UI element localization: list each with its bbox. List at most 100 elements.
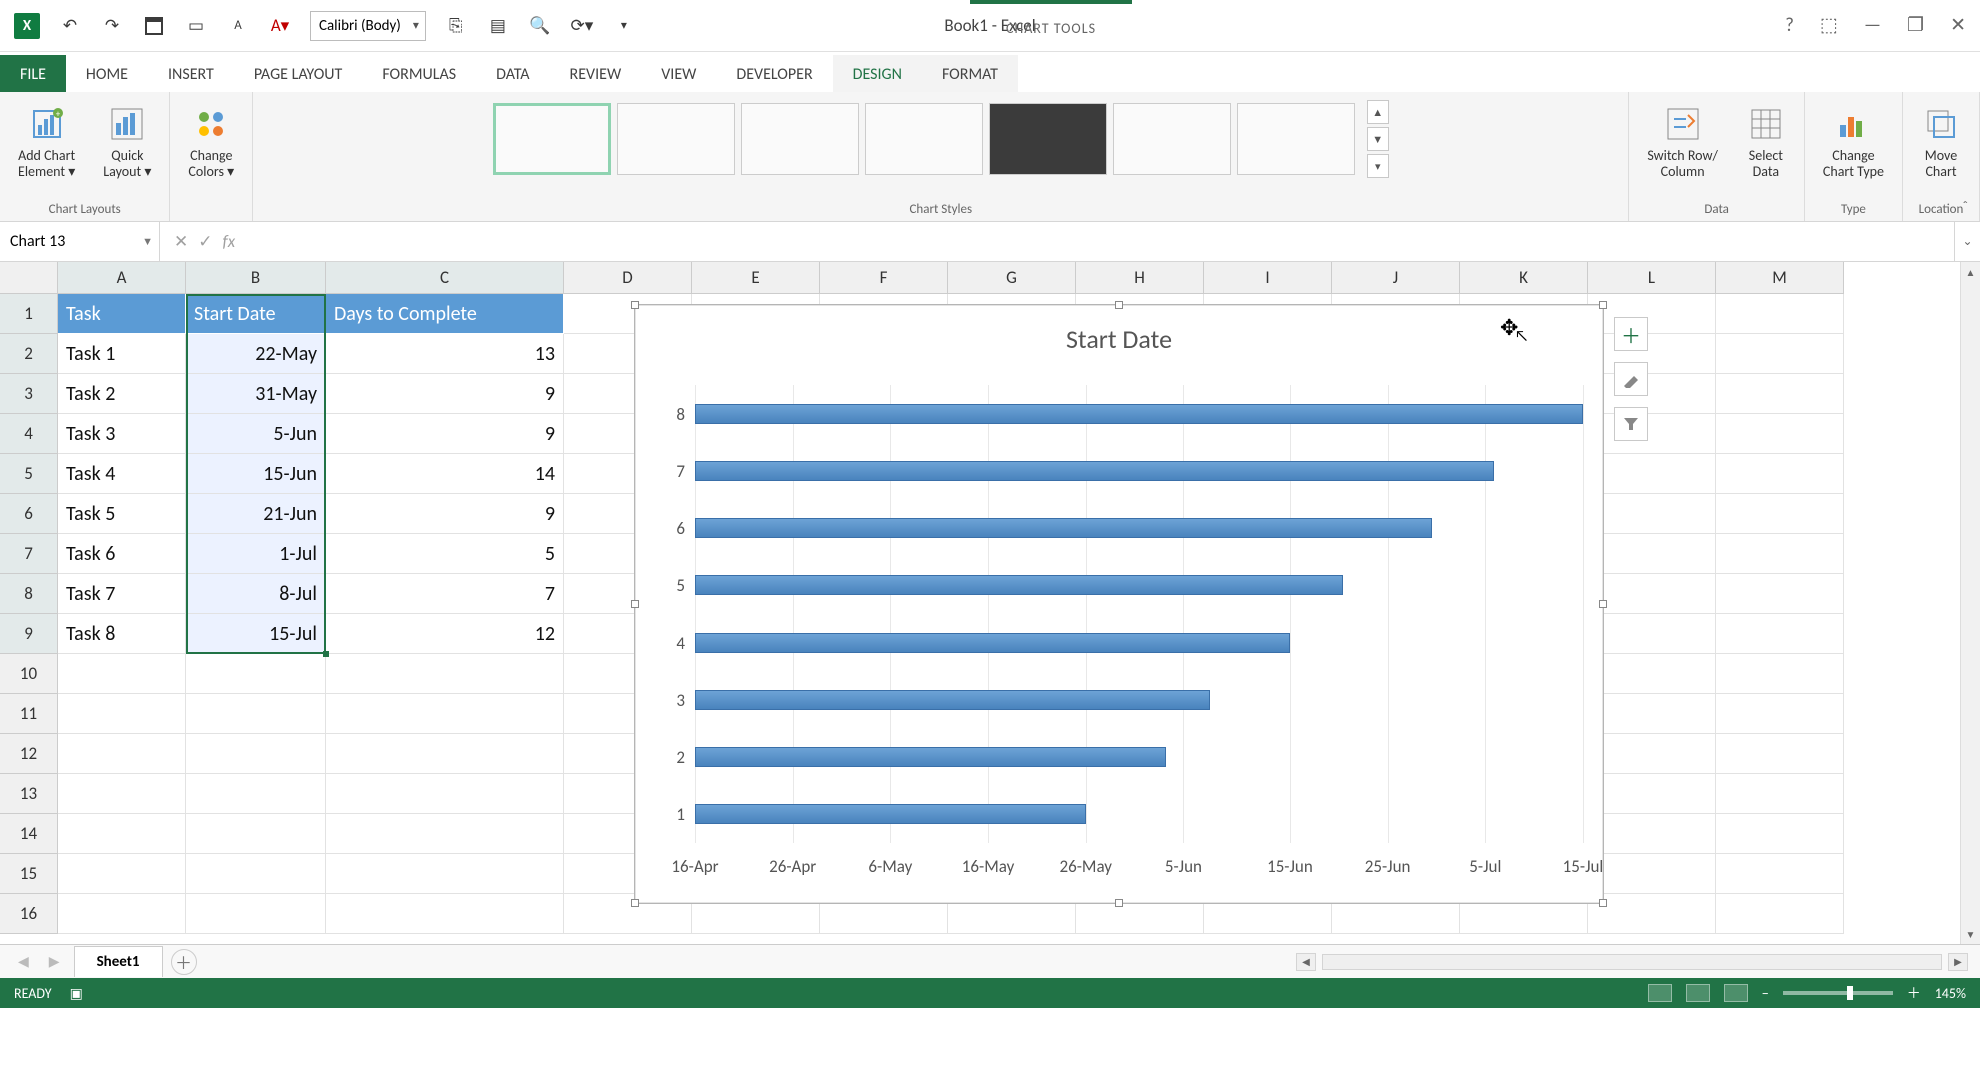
- cell-A4[interactable]: Task 3: [58, 414, 186, 454]
- cell-A9[interactable]: Task 8: [58, 614, 186, 654]
- column-header-J[interactable]: J: [1332, 262, 1460, 294]
- cell-C15[interactable]: [326, 854, 564, 894]
- tab-formulas[interactable]: FORMULAS: [362, 55, 476, 92]
- style-scroll-up[interactable]: ▲: [1367, 100, 1389, 124]
- row-header-9[interactable]: 9: [0, 614, 58, 654]
- chart-bar[interactable]: [695, 804, 1086, 824]
- macro-record-icon[interactable]: ▣: [70, 985, 83, 1002]
- cell-L10[interactable]: [1588, 654, 1716, 694]
- tab-data[interactable]: DATA: [476, 55, 549, 92]
- collapse-ribbon-button[interactable]: ˆ: [1962, 198, 1968, 215]
- scroll-up[interactable]: ▲: [1961, 262, 1980, 282]
- cell-M4[interactable]: [1716, 414, 1844, 454]
- change-chart-type-button[interactable]: Change Chart Type: [1817, 100, 1890, 184]
- cell-M10[interactable]: [1716, 654, 1844, 694]
- cell-B14[interactable]: [186, 814, 326, 854]
- cell-L9[interactable]: [1588, 614, 1716, 654]
- cell-M9[interactable]: [1716, 614, 1844, 654]
- cell-C10[interactable]: [326, 654, 564, 694]
- cell-C9[interactable]: 12: [326, 614, 564, 654]
- chart-bar[interactable]: [695, 575, 1343, 595]
- chart-bar[interactable]: [695, 690, 1210, 710]
- add-sheet-button[interactable]: ＋: [171, 949, 197, 975]
- redo-button[interactable]: ↷: [100, 14, 124, 38]
- chart-style-3[interactable]: [741, 103, 859, 175]
- formula-input[interactable]: [257, 222, 1954, 261]
- cell-B16[interactable]: [186, 894, 326, 934]
- tab-file[interactable]: FILE: [0, 55, 66, 92]
- row-header-15[interactable]: 15: [0, 854, 58, 894]
- vertical-scrollbar[interactable]: ▲ ▼: [1960, 262, 1980, 944]
- row-header-6[interactable]: 6: [0, 494, 58, 534]
- cell-L8[interactable]: [1588, 574, 1716, 614]
- ribbon-options-button[interactable]: ⬚: [1820, 14, 1838, 37]
- quick-layout-button[interactable]: Quick Layout ▾: [97, 100, 157, 184]
- cell-A8[interactable]: Task 7: [58, 574, 186, 614]
- cell-C6[interactable]: 9: [326, 494, 564, 534]
- cell-C14[interactable]: [326, 814, 564, 854]
- horizontal-scrollbar[interactable]: [1322, 954, 1942, 970]
- style-scroll-down[interactable]: ▼: [1367, 127, 1389, 151]
- tab-format[interactable]: FORMAT: [922, 55, 1018, 92]
- cell-C16[interactable]: [326, 894, 564, 934]
- cell-M5[interactable]: [1716, 454, 1844, 494]
- switch-row-column-button[interactable]: Switch Row/ Column: [1641, 100, 1724, 184]
- cell-B2[interactable]: 22-May: [186, 334, 326, 374]
- chart-plot-area[interactable]: 16-Apr26-Apr6-May16-May26-May5-Jun15-Jun…: [695, 385, 1583, 843]
- move-chart-button[interactable]: Move Chart: [1915, 100, 1967, 184]
- column-header-D[interactable]: D: [564, 262, 692, 294]
- row-header-11[interactable]: 11: [0, 694, 58, 734]
- cell-M1[interactable]: [1716, 294, 1844, 334]
- qat-btn-2[interactable]: ▤: [486, 14, 510, 38]
- sheet-tab-sheet1[interactable]: Sheet1: [74, 946, 163, 977]
- row-header-5[interactable]: 5: [0, 454, 58, 494]
- cell-C7[interactable]: 5: [326, 534, 564, 574]
- scroll-down[interactable]: ▼: [1961, 924, 1980, 944]
- column-header-C[interactable]: C: [326, 262, 564, 294]
- zoom-out-button[interactable]: −: [1762, 985, 1769, 1002]
- embedded-chart[interactable]: Start Date 16-Apr26-Apr6-May16-May26-May…: [634, 304, 1604, 904]
- close-button[interactable]: ✕: [1950, 14, 1966, 37]
- chart-bar[interactable]: [695, 518, 1432, 538]
- cell-L4[interactable]: [1588, 414, 1716, 454]
- chart-elements-button[interactable]: ＋: [1614, 317, 1648, 351]
- chart-bar[interactable]: [695, 461, 1494, 481]
- expand-formula-bar[interactable]: ⌄: [1954, 222, 1980, 261]
- maximize-button[interactable]: ❐: [1907, 14, 1924, 37]
- worksheet-grid[interactable]: ABCDEFGHIJKLM 1TaskStart DateDays to Com…: [0, 262, 1980, 944]
- tab-view[interactable]: VIEW: [641, 55, 716, 92]
- cell-M14[interactable]: [1716, 814, 1844, 854]
- column-header-M[interactable]: M: [1716, 262, 1844, 294]
- cell-M6[interactable]: [1716, 494, 1844, 534]
- row-header-16[interactable]: 16: [0, 894, 58, 934]
- font-selector[interactable]: Calibri (Body): [310, 11, 426, 41]
- cell-L5[interactable]: [1588, 454, 1716, 494]
- cell-B12[interactable]: [186, 734, 326, 774]
- cell-C5[interactable]: 14: [326, 454, 564, 494]
- cell-L3[interactable]: [1588, 374, 1716, 414]
- change-colors-button[interactable]: Change Colors ▾: [182, 100, 240, 184]
- column-header-E[interactable]: E: [692, 262, 820, 294]
- hscroll-left[interactable]: ◀: [1296, 953, 1316, 971]
- cell-A2[interactable]: Task 1: [58, 334, 186, 374]
- chart-style-7[interactable]: [1237, 103, 1355, 175]
- cell-B7[interactable]: 1-Jul: [186, 534, 326, 574]
- cell-L14[interactable]: [1588, 814, 1716, 854]
- cell-B8[interactable]: 8-Jul: [186, 574, 326, 614]
- select-all-corner[interactable]: [0, 262, 58, 294]
- row-header-10[interactable]: 10: [0, 654, 58, 694]
- font-size-decrease-icon[interactable]: A: [226, 14, 250, 38]
- tab-page-layout[interactable]: PAGE LAYOUT: [234, 55, 363, 92]
- cell-A6[interactable]: Task 5: [58, 494, 186, 534]
- minimize-button[interactable]: —: [1864, 14, 1881, 37]
- cell-C13[interactable]: [326, 774, 564, 814]
- chart-style-1[interactable]: [493, 103, 611, 175]
- qat-btn-3[interactable]: 🔍: [528, 14, 552, 38]
- cell-A15[interactable]: [58, 854, 186, 894]
- save-button[interactable]: [142, 14, 166, 38]
- cell-C12[interactable]: [326, 734, 564, 774]
- cell-L1[interactable]: [1588, 294, 1716, 334]
- chart-style-5[interactable]: [989, 103, 1107, 175]
- cell-M13[interactable]: [1716, 774, 1844, 814]
- row-header-8[interactable]: 8: [0, 574, 58, 614]
